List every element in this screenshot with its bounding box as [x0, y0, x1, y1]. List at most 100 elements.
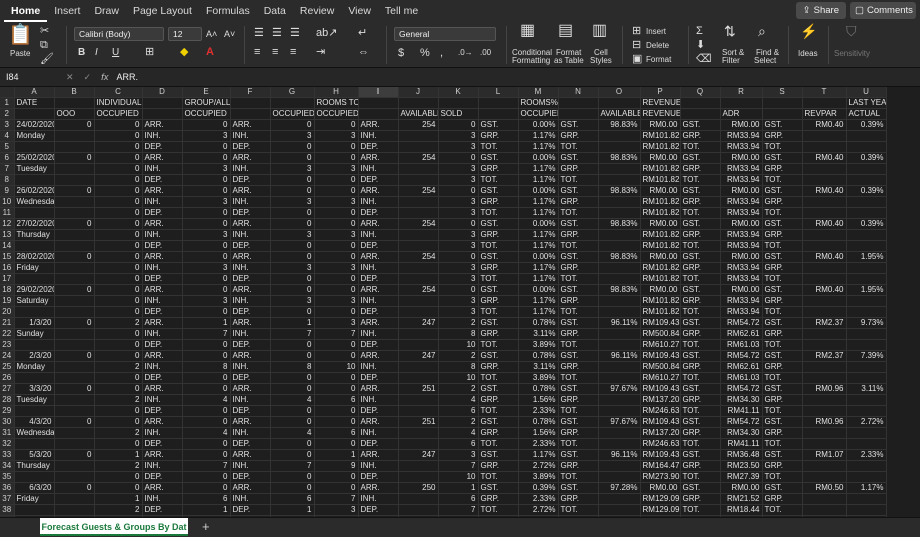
cell[interactable]: [846, 328, 887, 340]
cell[interactable]: [54, 295, 95, 307]
cell[interactable]: ARR.: [358, 383, 399, 395]
cell[interactable]: [598, 240, 641, 252]
cell[interactable]: 1: [270, 317, 315, 329]
cell[interactable]: 0: [94, 471, 143, 483]
cell[interactable]: [54, 229, 95, 241]
row-header[interactable]: 32: [0, 438, 15, 450]
cell[interactable]: REVENUE: [640, 108, 681, 120]
cell[interactable]: 10: [314, 361, 359, 373]
cell[interactable]: 98.83%: [598, 185, 641, 197]
cell[interactable]: OCCUPIED: [314, 108, 359, 120]
cell[interactable]: 1.17%: [518, 174, 559, 186]
cell[interactable]: INH.: [142, 130, 183, 142]
cell[interactable]: GST.: [762, 449, 803, 461]
cell[interactable]: 0: [438, 119, 479, 131]
cell[interactable]: DEP.: [358, 504, 399, 516]
cell[interactable]: INH.: [142, 493, 183, 505]
cell[interactable]: 1.17%: [518, 141, 559, 153]
row-header[interactable]: 13: [0, 229, 15, 241]
cell[interactable]: [846, 273, 887, 285]
column-header-l[interactable]: L: [478, 87, 519, 98]
cell[interactable]: 0: [94, 119, 143, 131]
cell[interactable]: GRP.: [680, 460, 721, 472]
cell[interactable]: INH.: [230, 394, 271, 406]
cell[interactable]: 0: [314, 306, 359, 318]
cell[interactable]: DEP.: [230, 174, 271, 186]
cell[interactable]: GRP.: [680, 295, 721, 307]
cell[interactable]: 4/3/20: [14, 416, 55, 428]
cell[interactable]: 0: [314, 207, 359, 219]
cell[interactable]: [398, 273, 439, 285]
column-header-i[interactable]: I: [358, 87, 399, 98]
cell[interactable]: 254: [398, 218, 439, 230]
cell[interactable]: 3: [438, 273, 479, 285]
cell[interactable]: ARR.: [230, 284, 271, 296]
cell[interactable]: RM109.43: [640, 449, 681, 461]
cell[interactable]: 0: [94, 284, 143, 296]
cell[interactable]: TOT.: [762, 273, 803, 285]
cell[interactable]: [598, 273, 641, 285]
cell[interactable]: ARR.: [142, 119, 183, 131]
cell[interactable]: 0: [94, 262, 143, 274]
column-header-s[interactable]: S: [762, 87, 803, 98]
cell[interactable]: [398, 405, 439, 417]
cell[interactable]: 3: [182, 295, 231, 307]
cell[interactable]: RM0.00: [720, 119, 763, 131]
cell[interactable]: TOT.: [558, 306, 599, 318]
cell[interactable]: RM101.82: [640, 163, 681, 175]
cell[interactable]: GRP.: [680, 196, 721, 208]
cell[interactable]: DEP.: [358, 438, 399, 450]
cell[interactable]: 0: [314, 240, 359, 252]
cell[interactable]: [398, 427, 439, 439]
cell[interactable]: GST.: [762, 185, 803, 197]
cell[interactable]: GST.: [680, 251, 721, 263]
cell[interactable]: 3: [438, 163, 479, 175]
cell[interactable]: RM62.61: [720, 328, 763, 340]
row-header[interactable]: 25: [0, 361, 15, 373]
cell[interactable]: GST.: [762, 251, 803, 263]
cell[interactable]: INH.: [142, 460, 183, 472]
cell[interactable]: RM33.94: [720, 273, 763, 285]
cell[interactable]: TOT.: [558, 372, 599, 384]
percent-icon[interactable]: %: [420, 47, 430, 59]
menu-tab-formulas[interactable]: Formulas: [199, 0, 257, 22]
cell[interactable]: 2.33%: [518, 438, 559, 450]
cell[interactable]: [398, 196, 439, 208]
cell[interactable]: GST.: [558, 416, 599, 428]
cell[interactable]: 10: [438, 339, 479, 351]
cell[interactable]: GST.: [680, 152, 721, 164]
cell[interactable]: [846, 438, 887, 450]
cell[interactable]: [230, 108, 271, 120]
cell[interactable]: 0: [182, 152, 231, 164]
cell[interactable]: 0: [314, 438, 359, 450]
cell[interactable]: OCCUPIED: [518, 108, 559, 120]
cell[interactable]: 251: [398, 416, 439, 428]
cell[interactable]: 0: [182, 141, 231, 153]
cell[interactable]: OCCUPIED G: [270, 108, 315, 120]
cell[interactable]: RM500.84: [640, 361, 681, 373]
cell[interactable]: GRP.: [680, 361, 721, 373]
cell[interactable]: 1.17%: [518, 207, 559, 219]
cell[interactable]: 0: [54, 416, 95, 428]
cell[interactable]: RM0.40: [802, 119, 847, 131]
cell[interactable]: GRP.: [558, 262, 599, 274]
cell[interactable]: 0.39%: [846, 185, 887, 197]
column-header-e[interactable]: E: [182, 87, 231, 98]
cell[interactable]: 0: [270, 449, 315, 461]
cell[interactable]: 98.83%: [598, 119, 641, 131]
cell[interactable]: 26/02/2020: [14, 185, 55, 197]
align-right-icon[interactable]: ≡: [290, 46, 296, 58]
cell[interactable]: [398, 229, 439, 241]
cell[interactable]: AVAILABLE: [398, 108, 439, 120]
column-header-p[interactable]: P: [640, 87, 681, 98]
cell[interactable]: RM33.94: [720, 229, 763, 241]
cell[interactable]: GROUP/ALLOTMENTS: [182, 97, 231, 109]
row-header[interactable]: 33: [0, 449, 15, 461]
font-color-icon[interactable]: A: [206, 46, 214, 58]
cell[interactable]: [846, 427, 887, 439]
cell[interactable]: 254: [398, 284, 439, 296]
cell[interactable]: GRP.: [762, 427, 803, 439]
cell[interactable]: 2: [94, 427, 143, 439]
cell[interactable]: 0: [54, 218, 95, 230]
cell[interactable]: TOT.: [478, 207, 519, 219]
